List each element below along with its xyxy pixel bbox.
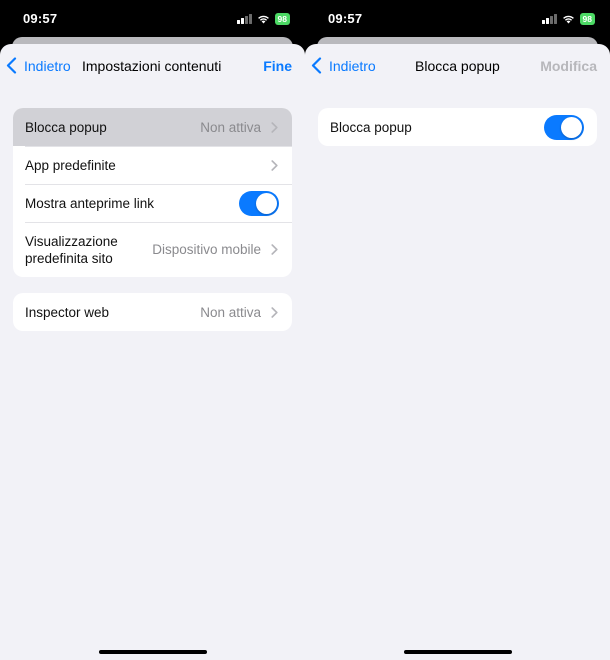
status-bar: 09:57 98 xyxy=(305,0,610,38)
status-icons: 98 xyxy=(542,12,595,26)
back-button[interactable]: Indietro xyxy=(311,57,376,74)
row-value: Non attiva xyxy=(200,304,261,320)
settings-group: Blocca popup Non attiva App predefinite … xyxy=(13,108,292,277)
chevron-left-icon xyxy=(6,57,17,74)
row-label: App predefinite xyxy=(25,157,116,173)
battery-icon: 98 xyxy=(274,13,290,25)
settings-sheet: Indietro Blocca popup Modifica Blocca po… xyxy=(305,44,610,660)
home-indicator[interactable] xyxy=(98,650,207,654)
done-button[interactable]: Fine xyxy=(263,58,292,74)
link-preview-toggle[interactable] xyxy=(239,190,279,216)
row-mostra-anteprime-link: Mostra anteprime link xyxy=(13,184,292,222)
row-label: Blocca popup xyxy=(330,119,412,135)
row-blocca-popup[interactable]: Blocca popup Non attiva xyxy=(13,108,292,146)
chevron-right-icon xyxy=(271,159,278,171)
row-value: Non attiva xyxy=(200,119,261,135)
row-blocca-popup: Blocca popup xyxy=(318,108,597,146)
toggle-knob xyxy=(256,192,277,214)
wifi-icon xyxy=(257,15,269,24)
status-time: 09:57 xyxy=(328,11,363,26)
back-label: Indietro xyxy=(329,57,376,74)
settings-sheet: Indietro Impostazioni contenuti Fine Blo… xyxy=(0,44,305,660)
navigation-bar: Indietro Impostazioni contenuti Fine xyxy=(0,44,305,90)
page-title: Impostazioni contenuti xyxy=(82,58,222,74)
cellular-signal-icon xyxy=(542,14,557,24)
wifi-icon xyxy=(562,15,574,24)
page-title: Blocca popup xyxy=(415,58,500,74)
edit-button[interactable]: Modifica xyxy=(540,58,597,74)
chevron-left-icon xyxy=(311,57,322,74)
row-label: Visualizzazione predefinita sito xyxy=(25,233,152,267)
back-label: Indietro xyxy=(24,57,71,74)
row-inspector-web[interactable]: Inspector web Non attiva xyxy=(13,293,292,331)
row-label: Blocca popup xyxy=(25,119,107,135)
battery-icon: 98 xyxy=(579,13,595,25)
chevron-right-icon xyxy=(271,306,278,318)
right-screen: 09:57 98 Indietro Blocca popup Modifica xyxy=(305,0,610,660)
status-icons: 98 xyxy=(237,12,290,26)
chevron-right-icon xyxy=(271,121,278,133)
row-label: Mostra anteprime link xyxy=(25,195,155,211)
row-label: Inspector web xyxy=(25,304,110,320)
navigation-bar: Indietro Blocca popup Modifica xyxy=(305,44,610,90)
row-visualizzazione-predefinita-sito[interactable]: Visualizzazione predefinita sito Disposi… xyxy=(13,222,292,277)
block-popup-toggle[interactable] xyxy=(544,114,584,140)
cellular-signal-icon xyxy=(237,14,252,24)
row-label-line1: Visualizzazione xyxy=(25,233,118,249)
popup-settings-group: Blocca popup xyxy=(318,108,597,146)
developer-group: Inspector web Non attiva xyxy=(13,293,292,331)
status-time: 09:57 xyxy=(23,11,58,26)
back-button[interactable]: Indietro xyxy=(6,57,71,74)
toggle-knob xyxy=(561,116,582,138)
status-bar: 09:57 98 xyxy=(0,0,305,38)
row-label-line2: predefinita sito xyxy=(25,250,113,266)
chevron-right-icon xyxy=(271,244,278,255)
left-screen: 09:57 98 Indietro Impostazioni contenuti… xyxy=(0,0,305,660)
row-app-predefinite[interactable]: App predefinite xyxy=(13,146,292,184)
home-indicator[interactable] xyxy=(403,650,512,654)
row-value: Dispositivo mobile xyxy=(152,242,261,257)
